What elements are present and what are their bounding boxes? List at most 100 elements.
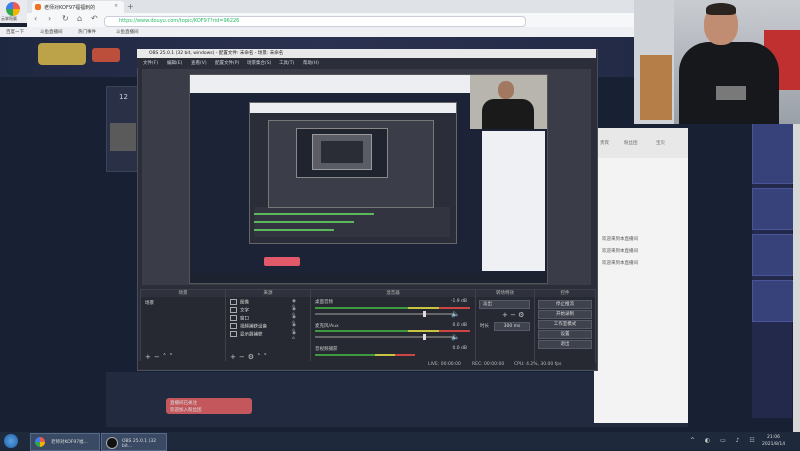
game-logo[interactable] (38, 43, 86, 65)
taskbar-obs[interactable]: OBS 25.0.1 (32 bit... (101, 433, 167, 451)
taskbar-label: 老师对KOF97福... (51, 440, 88, 445)
settings-button[interactable]: 设置 (538, 330, 592, 339)
audio-meter (315, 307, 470, 309)
nested-capture (312, 134, 372, 170)
rec-time: REC: 00:00:00 (472, 362, 505, 367)
chat-tabs: 贵宾 粉丝团 宝贝 (594, 128, 688, 158)
ad-banner[interactable] (752, 188, 794, 230)
obs-status-bar: LIVE: 00:00:00 REC: 00:00:00 CPU: 4.2%, … (138, 361, 595, 369)
favicon-icon (35, 4, 41, 10)
obs-title: OBS 25.0.1 (32 bit, windows) - 配置文件: 未命名… (149, 51, 284, 56)
stop-streaming-button[interactable]: 停止推流 (538, 300, 592, 309)
chat-panel: 贵宾 粉丝团 宝贝 欢迎来到本直播间 欢迎来到本直播间 欢迎来到本直播间 (594, 128, 688, 423)
back-icon[interactable]: ‹ (34, 14, 37, 23)
toast-line: 欢迎加入粉丝团 (170, 408, 202, 413)
menu-tools[interactable]: 工具(T) (279, 60, 294, 66)
logo-label: 云掌稳赢 (1, 16, 17, 21)
transitions-dock: 转场特效 淡出 + − ⚙ 时长 300 ms (475, 289, 535, 363)
source-item[interactable]: 文字 ◉ ⌂ (230, 307, 296, 317)
chat-tab[interactable]: 宝贝 (656, 140, 665, 146)
chat-message: 欢迎来到本直播间 (602, 249, 638, 254)
audio-meter (315, 354, 415, 356)
webcam-feed (634, 0, 800, 124)
studio-mode-button[interactable]: 工作室模式 (538, 320, 592, 329)
bookmark[interactable]: 斗鱼直播间 (116, 29, 139, 35)
url-input[interactable]: https://www.douyu.com/topic/KOF97?rid=96… (104, 16, 526, 27)
site-badge[interactable] (92, 48, 120, 62)
cpu-fps: CPU: 4.2%, 30.00 fps (514, 362, 562, 367)
mixer-channel-name: 音视频捕获 (315, 347, 338, 352)
menu-scene-collection[interactable]: 场景集合(S) (247, 60, 271, 66)
browser-tab[interactable]: 老师对KOF97福福刺的 × (32, 1, 124, 13)
taskbar-label: OBS 25.0.1 (32 bit... (122, 439, 157, 449)
start-recording-button[interactable]: 开始录制 (538, 310, 592, 319)
scene-item[interactable]: 场景 (145, 300, 154, 306)
source-item[interactable]: 图像 ◉ ⌂ (230, 299, 296, 309)
chat-tab[interactable]: 贵宾 (600, 140, 609, 146)
ad-column (752, 118, 794, 418)
source-item[interactable]: 窗口 ◉ ⌂ (230, 315, 296, 325)
menu-edit[interactable]: 编辑(E) (167, 60, 182, 66)
page-toast[interactable]: 直播间已关注 欢迎加入粉丝团 (166, 398, 252, 414)
left-info-card[interactable]: 12 (106, 86, 140, 172)
browser-logo-icon[interactable]: 云掌稳赢 (0, 0, 27, 23)
browser-icon (35, 437, 45, 447)
card-number: 12 (119, 93, 128, 101)
speaker-icon[interactable]: 🔈 (451, 310, 460, 318)
home-icon[interactable]: ⌂ (77, 14, 82, 23)
system-clock[interactable]: 21:06 2021/8/14 (762, 434, 785, 448)
ad-banner[interactable] (752, 280, 794, 322)
menu-file[interactable]: 文件(F) (143, 60, 158, 66)
clock-date: 2021/8/14 (762, 442, 786, 447)
exit-button[interactable]: 退出 (538, 340, 592, 349)
chat-message: 欢迎来到本直播间 (602, 261, 638, 266)
system-tray[interactable]: ^ ◐ ▭ ♪ ☷ (690, 437, 759, 444)
mixer-channel-name: 桌面音频 (315, 300, 333, 305)
source-item[interactable]: 显示器捕获 ◉ ⌂ (230, 331, 296, 341)
start-icon[interactable] (4, 434, 18, 448)
scenes-header: 场景 (141, 290, 225, 297)
source-item[interactable]: 视频捕获设备 ◉ ⌂ (230, 323, 296, 333)
clock-time: 21:06 (767, 435, 781, 440)
menu-view[interactable]: 查看(V) (191, 60, 207, 66)
bookmark[interactable]: 热门事件 (78, 29, 96, 35)
taskbar-browser[interactable]: 老师对KOF97福... (30, 433, 100, 451)
bookmark[interactable]: 斗鱼直播间 (40, 29, 63, 35)
undo-icon[interactable]: ↶ (91, 14, 98, 23)
toast-line: 直播间已关注 (170, 401, 197, 406)
obs-title-bar: OBS 25.0.1 (32 bit, windows) - 配置文件: 未命名… (137, 49, 596, 58)
new-tab-icon[interactable]: + (127, 2, 134, 11)
url-text: https://www.douyu.com/topic/KOF97?rid=96… (119, 18, 240, 24)
menu-profile[interactable]: 配置文件(P) (215, 60, 239, 66)
transition-select[interactable]: 淡出 (479, 300, 530, 309)
volume-slider[interactable] (315, 311, 455, 317)
speaker-icon[interactable]: 🔈 (451, 333, 460, 341)
card-thumbnail[interactable] (110, 123, 136, 151)
duration-input[interactable]: 300 ms (494, 322, 530, 331)
transition-add-remove[interactable]: + − ⚙ (502, 311, 524, 319)
source-toolbar[interactable]: +−⚙˄˅ (230, 353, 270, 361)
refresh-icon[interactable]: ↻ (62, 14, 69, 23)
duration-label: 时长 (480, 324, 489, 329)
obs-menu-bar: 文件(F) 编辑(E) 查看(V) 配置文件(P) 场景集合(S) 工具(T) … (137, 58, 596, 68)
transitions-header: 转场特效 (476, 290, 534, 297)
forward-icon[interactable]: › (48, 14, 51, 23)
menu-help[interactable]: 帮助(H) (303, 60, 319, 66)
scene-toolbar[interactable]: +−˄˅ (145, 353, 176, 361)
bookmark[interactable]: 百度一下 (6, 29, 24, 35)
ad-banner[interactable] (752, 122, 794, 184)
sources-dock: 来源 图像 ◉ ⌂ 文字 ◉ ⌂ 窗口 ◉ ⌂ 视频捕获设备 ◉ ⌂ 显示器捕获 ◉ ⌂ … (225, 289, 311, 363)
ad-banner[interactable] (752, 234, 794, 276)
controls-dock: 控件 停止推流 开始录制 工作室模式 设置 退出 (534, 289, 596, 363)
controls-header: 控件 (535, 290, 595, 297)
sources-header: 来源 (226, 290, 310, 297)
mixer-channel-name: 麦克风/Aux (315, 324, 339, 329)
chat-message: 欢迎来到本直播间 (602, 237, 638, 242)
audio-meter (315, 330, 470, 332)
close-icon[interactable]: × (114, 3, 118, 9)
mixer-channel-db: 0.0 dB (452, 346, 467, 351)
chat-tab[interactable]: 粉丝团 (624, 140, 638, 146)
scenes-dock: 场景 场景 +−˄˅ (140, 289, 226, 363)
volume-slider[interactable] (315, 334, 455, 340)
mixer-channel-db: -1.9 dB (450, 299, 467, 304)
